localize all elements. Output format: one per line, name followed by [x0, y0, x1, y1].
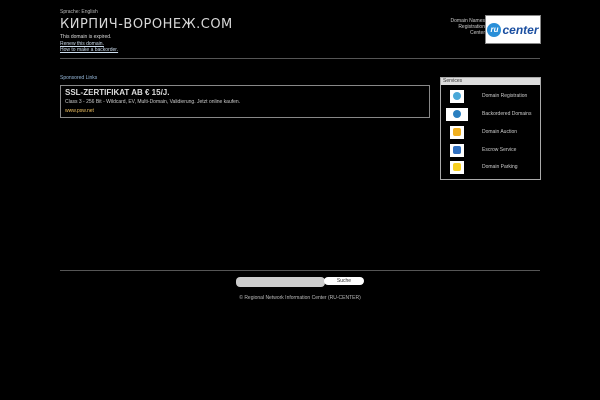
page-title: КИРПИЧ-ВОРОНЕЖ.COM [60, 17, 233, 32]
logo-ru: ru [487, 22, 502, 37]
service-escrow[interactable]: Escrow Service [441, 143, 516, 157]
service-domain-auction[interactable]: Domain Auction [441, 125, 517, 139]
language-selector[interactable]: Sprache: English [60, 9, 98, 15]
search-input[interactable] [236, 277, 325, 287]
domain-status: This domain is expired. Renew this domai… [60, 34, 118, 54]
copyright: © Regional Network Information Center (R… [239, 295, 361, 301]
ad-listing[interactable]: SSL-ZERTIFIKAT AB € 15/J. Class 3 - 256 … [60, 85, 430, 118]
escrow-icon [450, 143, 464, 157]
ad-url[interactable]: www.psw.net [65, 108, 94, 114]
search-button[interactable]: Suche [324, 277, 364, 285]
service-label: Backordered Domains [482, 111, 532, 117]
service-label: Domain Registration [482, 93, 528, 99]
service-backordered-domains[interactable]: Backordered Domains [441, 107, 531, 121]
ad-description: Class 3 - 256 Bit - Wildcard, EV, Multi-… [65, 99, 241, 105]
ad-title[interactable]: SSL-ZERTIFIKAT AB € 15/J. [65, 88, 169, 97]
service-label: Domain Parking [482, 164, 518, 170]
service-domain-registration[interactable]: Domain Registration [441, 89, 527, 103]
service-domain-parking[interactable]: Domain Parking [441, 160, 518, 174]
registrar-text: Domain Names Registration Center [435, 18, 485, 36]
service-label: Escrow Service [482, 147, 517, 153]
divider [60, 270, 540, 271]
services-panel: Services Domain Registration Backordered… [440, 77, 541, 180]
divider [60, 58, 540, 59]
service-label: Domain Auction [482, 129, 518, 135]
status-text: This domain is expired. [60, 34, 112, 40]
auction-icon [450, 125, 464, 139]
ru-center-logo[interactable]: ru center [485, 15, 541, 44]
registrar-line: Center [469, 30, 485, 36]
services-heading: Services [441, 78, 540, 85]
parking-icon [450, 160, 464, 174]
globe-icon [450, 89, 464, 103]
sponsored-heading: Sponsored Links [60, 75, 98, 81]
backorder-link[interactable]: How to make a backorder. [60, 47, 118, 54]
globe-icon [446, 107, 468, 121]
logo-text: center [502, 22, 539, 37]
